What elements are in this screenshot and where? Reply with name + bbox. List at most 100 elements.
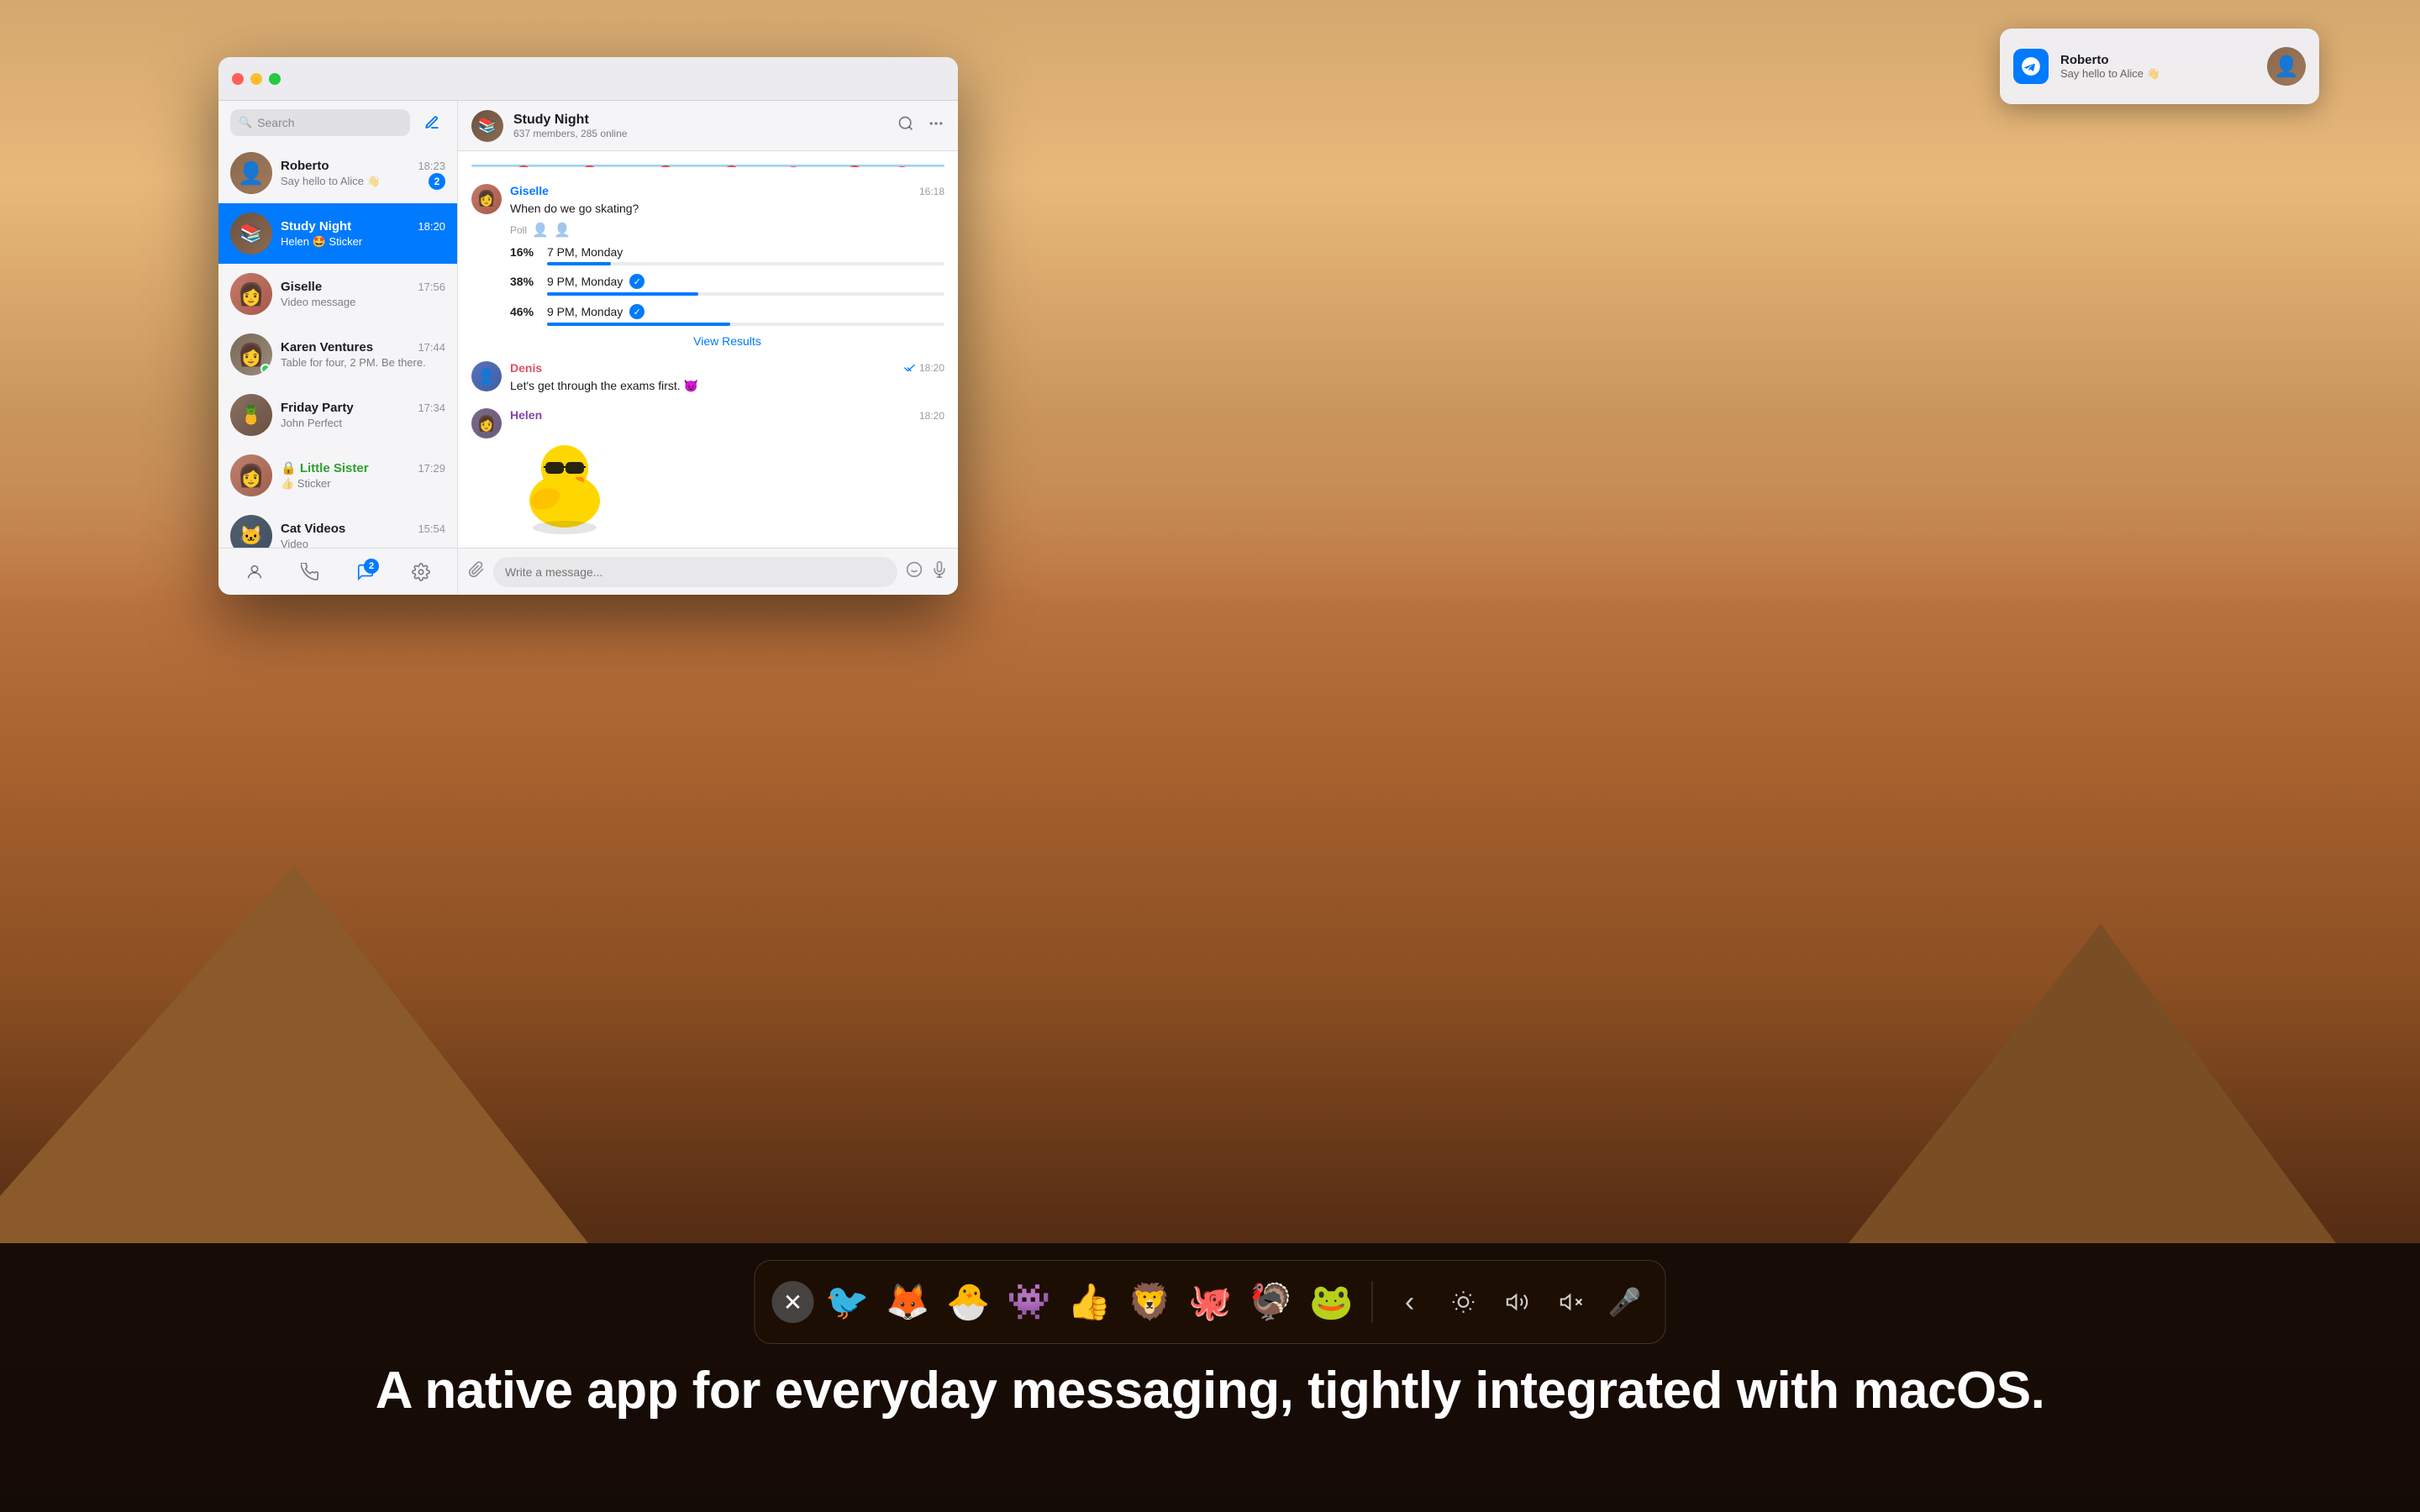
chats-badge: 2 [364, 559, 379, 574]
poll-option-2: 38% 9 PM, Monday ✓ [510, 274, 944, 296]
balloon-scene: 🎈 🎈 🎈 🎈 🎈 🎈 🎈 [471, 165, 944, 167]
chat-preview-cat-videos: Video [281, 538, 445, 548]
dock-volume-icon[interactable] [1494, 1278, 1541, 1326]
poll-container: Poll 👤 👤 16% 7 PM, Monday [510, 222, 944, 348]
chat-name-little-sister: 🔒 Little Sister [281, 460, 369, 475]
input-bar [458, 548, 958, 595]
dock-brightness-icon[interactable] [1440, 1278, 1487, 1326]
dock-turkey-icon[interactable]: 🦃 [1244, 1275, 1298, 1329]
chat-preview-roberto: Say hello to Alice 👋 [281, 175, 445, 188]
dock-octopus-icon[interactable]: 🐙 [1184, 1275, 1238, 1329]
chat-item-giselle[interactable]: 👩 Giselle 17:56 Video message [218, 264, 457, 324]
msg-text-denis: Let's get through the exams first. 😈 [510, 378, 944, 395]
dock-lion-icon[interactable]: 🦁 [1123, 1275, 1177, 1329]
minimize-button[interactable] [250, 73, 262, 85]
notification-popup[interactable]: Roberto Say hello to Alice 👋 👤 [2000, 29, 2319, 104]
chat-info-cat-videos: Cat Videos 15:54 Video [281, 522, 445, 548]
dock-frog-icon[interactable]: 🐸 [1305, 1275, 1359, 1329]
notif-sender: Roberto [2060, 53, 2255, 67]
dock-chick-icon[interactable]: 🐣 [942, 1275, 996, 1329]
avatar-little-sister: 👩 [230, 454, 272, 496]
chat-info-karen: Karen Ventures 17:44 Table for four, 2 P… [281, 340, 445, 369]
emoji-button[interactable] [906, 561, 923, 583]
svg-text:✦: ✦ [597, 470, 605, 482]
settings-button[interactable] [406, 557, 436, 587]
chat-time-friday: 17:34 [418, 402, 445, 414]
chat-header-status: 637 members, 285 online [513, 128, 887, 139]
dock-close-button[interactable]: ✕ [772, 1281, 814, 1323]
dock-back-button[interactable]: ‹ [1386, 1278, 1434, 1326]
chat-item-karen[interactable]: 👩 Karen Ventures 17:44 Table for four, 2… [218, 324, 457, 385]
search-placeholder: Search [257, 116, 294, 129]
msg-sender-denis: Denis [510, 361, 542, 375]
poll-option-text-1: 7 PM, Monday [547, 245, 623, 259]
dock-thumbs-up-icon[interactable]: 👍 [1063, 1275, 1117, 1329]
view-results-button[interactable]: View Results [510, 334, 944, 348]
msg-header-denis: Denis 18:20 [510, 361, 944, 375]
message-input[interactable] [493, 557, 897, 587]
attach-button[interactable] [468, 561, 485, 583]
chat-panel: 📚 Study Night 637 members, 285 online [458, 101, 958, 595]
msg-sender-helen: Helen [510, 408, 542, 422]
svg-text:✦: ✦ [590, 454, 601, 469]
avatar-helen-msg: 👩 [471, 408, 502, 438]
search-bar[interactable]: 🔍 Search [230, 109, 410, 136]
chat-header-actions [897, 115, 944, 137]
avatar-denis-msg: 👤 [471, 361, 502, 391]
chat-item-friday[interactable]: 🍍 Friday Party 17:34 John Perfect [218, 385, 457, 445]
avatar-study-night: 📚 [230, 213, 272, 255]
avatar-karen: 👩 [230, 333, 272, 375]
chat-name-cat-videos: Cat Videos [281, 522, 345, 536]
chat-time-roberto: 18:23 [418, 160, 445, 172]
search-icon: 🔍 [239, 116, 252, 129]
banner-image: 🎈 🎈 🎈 🎈 🎈 🎈 🎈 [471, 165, 944, 167]
more-options-button[interactable] [928, 115, 944, 137]
msg-content-giselle: Giselle 16:18 When do we go skating? Pol… [510, 184, 944, 349]
message-giselle-poll: 👩 Giselle 16:18 When do we go skating? P… [471, 184, 944, 349]
msg-time-giselle: 16:18 [919, 186, 944, 197]
chat-list: 👤 Roberto 18:23 Say hello to Alice 👋 2 [218, 143, 457, 548]
dock-mute-icon[interactable] [1548, 1278, 1595, 1326]
chat-item-little-sister[interactable]: 👩 🔒 Little Sister 17:29 👍 Sticker [218, 445, 457, 506]
avatar-friday: 🍍 [230, 394, 272, 436]
chat-header-avatar: 📚 [471, 110, 503, 142]
poll-pct-2: 38% [510, 275, 540, 288]
chat-time-little-sister: 17:29 [418, 462, 445, 475]
messages-area: 🎈 🎈 🎈 🎈 🎈 🎈 🎈 👩 [458, 151, 958, 548]
profile-button[interactable] [239, 557, 270, 587]
chat-name-study-night: Study Night [281, 219, 351, 234]
search-messages-button[interactable] [897, 115, 914, 137]
chat-item-roberto[interactable]: 👤 Roberto 18:23 Say hello to Alice 👋 2 [218, 143, 457, 203]
dock-alien-icon[interactable]: 👾 [1002, 1275, 1056, 1329]
avatar-giselle: 👩 [230, 273, 272, 315]
msg-header-giselle: Giselle 16:18 [510, 184, 944, 197]
msg-content-denis: Denis 18:20 Let's get through the exams … [510, 361, 944, 395]
telegram-icon [2020, 55, 2042, 77]
compose-button[interactable] [418, 109, 445, 136]
calls-button[interactable] [295, 557, 325, 587]
chat-item-cat-videos[interactable]: 🐱 Cat Videos 15:54 Video [218, 506, 457, 548]
poll-bar-bg-3 [547, 323, 944, 326]
chat-item-study-night[interactable]: 📚 Study Night 18:20 Helen 🤩 Sticker [218, 203, 457, 264]
poll-label: Poll 👤 👤 [510, 222, 944, 239]
dock-siri-button[interactable]: 🎤 [1602, 1278, 1649, 1326]
microphone-button[interactable] [931, 561, 948, 583]
chat-time-karen: 17:44 [418, 341, 445, 354]
dock-bird-icon[interactable]: 🐦 [821, 1275, 875, 1329]
notif-message: Say hello to Alice 👋 [2060, 67, 2255, 81]
maximize-button[interactable] [269, 73, 281, 85]
chat-info-giselle: Giselle 17:56 Video message [281, 280, 445, 308]
dock-fox-icon[interactable]: 🦊 [881, 1275, 935, 1329]
chats-button[interactable]: 2 [350, 557, 381, 587]
chat-name-roberto: Roberto [281, 159, 329, 173]
chat-header: 📚 Study Night 637 members, 285 online [458, 101, 958, 151]
chat-preview-little-sister: 👍 Sticker [281, 477, 445, 491]
chat-info-study-night: Study Night 18:20 Helen 🤩 Sticker [281, 219, 445, 249]
poll-option-text-2: 9 PM, Monday [547, 275, 623, 288]
sidebar-bottom: 2 [218, 548, 457, 595]
chat-name-giselle: Giselle [281, 280, 322, 294]
duck-sticker-svg: ✦ ✦ [510, 425, 619, 534]
chat-info-roberto: Roberto 18:23 Say hello to Alice 👋 [281, 159, 445, 188]
chat-preview-giselle: Video message [281, 296, 445, 308]
close-button[interactable] [232, 73, 244, 85]
